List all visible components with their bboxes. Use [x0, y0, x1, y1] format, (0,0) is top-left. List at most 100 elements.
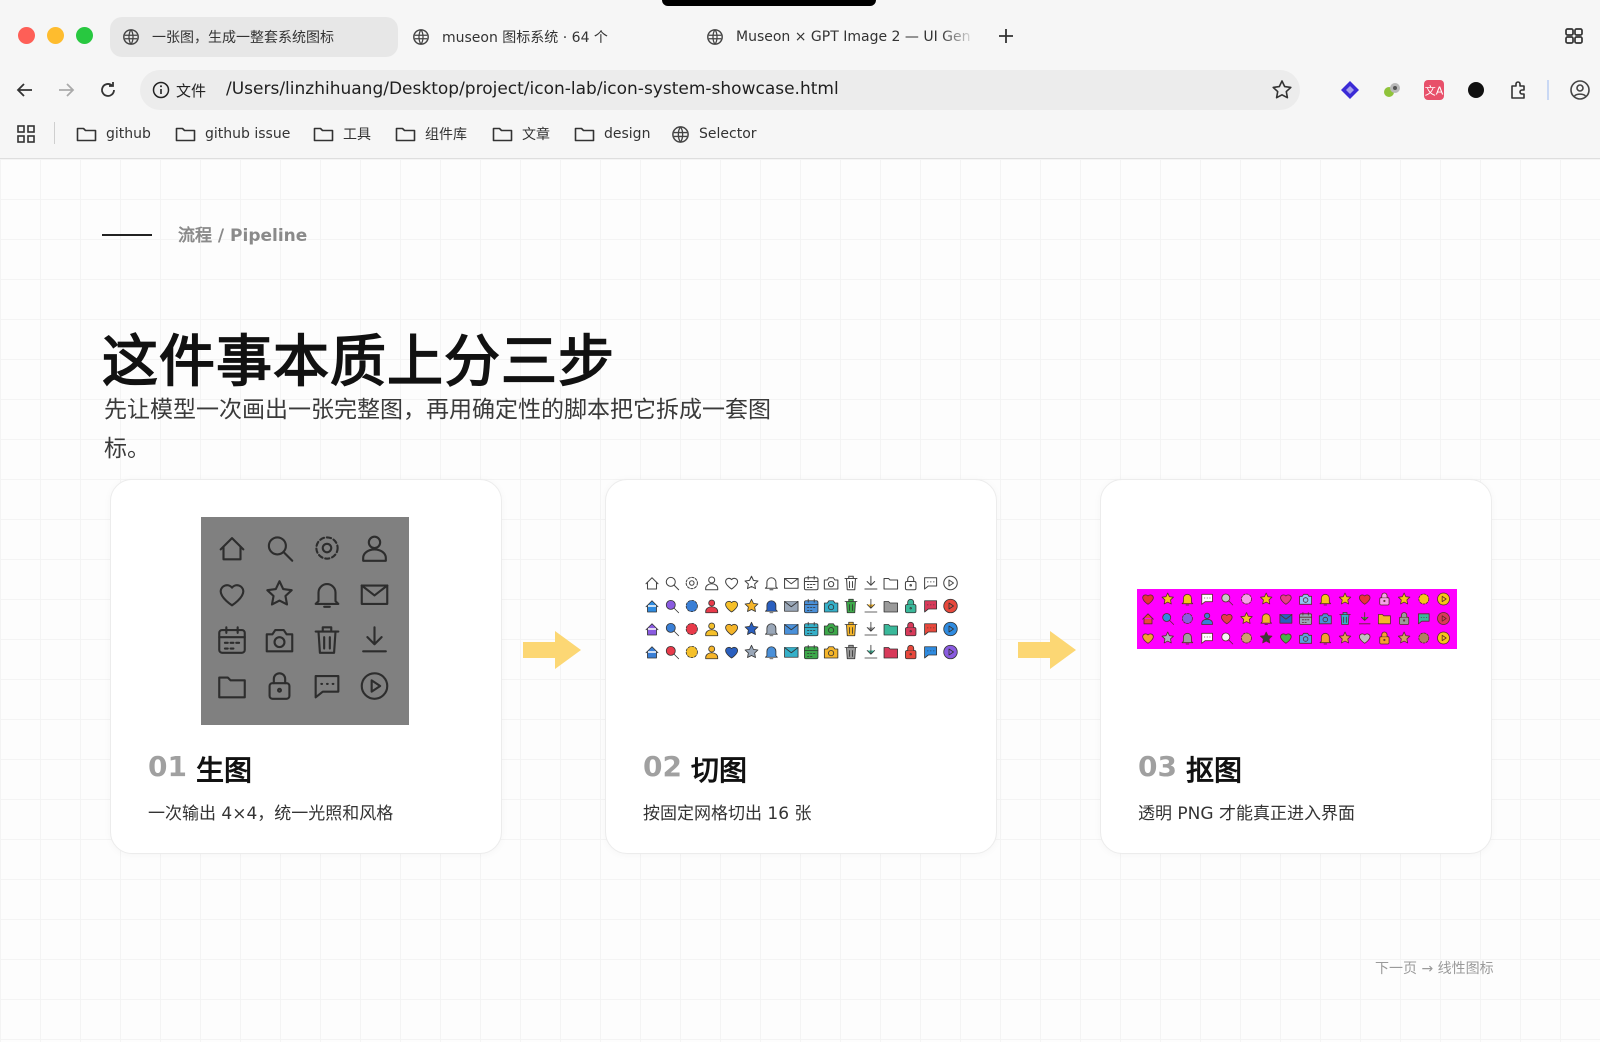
step-card-generate: 01 生图 一次输出 4×4，统一光照和风格 [110, 479, 502, 854]
camera-icon [823, 600, 839, 613]
heart-icon [1142, 594, 1154, 605]
heart-icon [725, 623, 739, 636]
magenta-icon-sheet [1137, 589, 1457, 649]
sliced-icon-rows [645, 575, 958, 660]
next-page-link[interactable]: 下一页 → 线性图标 [1375, 958, 1494, 978]
star-icon [1397, 592, 1411, 605]
gear-icon [1418, 593, 1430, 605]
bookmark-tools[interactable]: 工具 [313, 120, 371, 148]
url-text[interactable]: /Users/linzhihuang/Desktop/project/icon-… [226, 79, 839, 99]
forward-button[interactable] [51, 75, 81, 105]
extensions-puzzle-icon[interactable] [1505, 76, 1533, 104]
puzzle-bot-extension-icon[interactable] [1378, 76, 1406, 104]
bookmark-label: 文章 [522, 127, 550, 143]
reload-button[interactable] [93, 75, 123, 105]
chat-icon [1201, 632, 1213, 644]
folder-icon [313, 127, 334, 142]
user-icon [705, 622, 719, 637]
star-icon [1260, 631, 1273, 644]
browser-chrome: 一张图，生成一整套系统图标 museon 图标系统 · 64 个 Museon … [0, 0, 1600, 159]
calendar-icon [803, 575, 819, 591]
zoom-window-button[interactable] [76, 27, 93, 44]
bookmark-selector[interactable]: Selector [671, 120, 757, 148]
home-icon [645, 646, 659, 659]
camera-notch [662, 0, 876, 6]
star-icon [1338, 592, 1352, 605]
home-icon [219, 537, 245, 561]
record-extension-icon[interactable] [1462, 76, 1490, 104]
arrow-right-icon [59, 83, 75, 97]
trash-icon [844, 644, 858, 660]
translate-extension-icon[interactable]: 文A [1420, 76, 1448, 104]
bookmark-github-issue[interactable]: github issue [175, 120, 290, 148]
step-card-slice: 02 切图 按固定网格切出 16 张 [605, 479, 997, 854]
tab-museon-icon-system[interactable]: museon 图标系统 · 64 个 [400, 17, 685, 57]
folder-icon [492, 127, 513, 142]
tab-icon-system-generator[interactable]: 一张图，生成一整套系统图标 [110, 17, 398, 57]
heart-icon [725, 646, 739, 659]
minimize-window-button[interactable] [47, 27, 64, 44]
lock-icon [268, 672, 291, 700]
folder-icon [395, 127, 416, 142]
folder-icon [76, 127, 97, 142]
search-icon [1162, 613, 1175, 625]
address-bar[interactable]: 文件 /Users/linzhihuang/Desktop/project/ic… [140, 70, 1300, 110]
bell-icon [764, 577, 778, 591]
gear-icon [685, 645, 698, 659]
lock-icon [1399, 612, 1410, 625]
download-icon [864, 575, 878, 590]
bookmark-label: github issue [205, 126, 291, 142]
globe-icon [413, 29, 429, 45]
toolbar-divider [1547, 80, 1549, 100]
home-icon [1142, 613, 1154, 625]
chat-icon [924, 623, 938, 636]
calendar-icon [218, 626, 246, 654]
play-icon [1437, 592, 1450, 606]
gear-icon [1241, 632, 1252, 644]
folder-icon [574, 127, 595, 142]
camera-icon [823, 577, 839, 590]
back-button[interactable] [10, 75, 40, 105]
user-icon [362, 535, 387, 562]
user-icon [705, 599, 719, 614]
mail-icon [784, 624, 799, 635]
globe-icon [707, 29, 723, 45]
bookmarks-divider [54, 122, 55, 144]
diamond-extension-icon[interactable] [1336, 76, 1364, 104]
lock-icon [905, 598, 917, 614]
user-icon [705, 645, 719, 660]
mail-icon [784, 647, 799, 658]
bookmark-articles[interactable]: 文章 [492, 120, 550, 148]
step-description: 按固定网格切出 16 张 [643, 804, 812, 824]
tab-overview-button[interactable] [1560, 22, 1588, 50]
star-icon [1397, 631, 1411, 644]
heart-icon [1280, 633, 1292, 644]
calendar-icon [804, 644, 819, 660]
heart-icon [725, 600, 739, 613]
bookmark-star-icon[interactable] [1270, 78, 1294, 102]
folder-icon [883, 647, 898, 659]
gear-icon [685, 599, 698, 613]
apps-grid-button[interactable] [16, 120, 45, 148]
tab-museon-gpt-image[interactable]: Museon × GPT Image 2 — UI Gen [694, 17, 976, 57]
arrow-right-icon [1018, 631, 1076, 669]
heart-icon [1142, 633, 1154, 644]
camera-icon [823, 623, 839, 636]
info-icon[interactable] [152, 81, 170, 99]
star-icon [1240, 612, 1253, 624]
bookmark-label: github [106, 126, 151, 142]
bell-icon [764, 600, 778, 614]
tab-title: museon 图标系统 · 64 个 [442, 30, 608, 46]
chat-icon [1201, 593, 1213, 605]
profile-icon[interactable] [1566, 76, 1594, 104]
new-tab-button[interactable] [992, 22, 1020, 50]
close-window-button[interactable] [18, 27, 35, 44]
play-icon [1437, 612, 1450, 625]
bookmark-component-library[interactable]: 组件库 [395, 120, 467, 148]
gear-icon [685, 622, 698, 636]
calendar-icon [1299, 612, 1313, 625]
bookmark-design[interactable]: design [574, 120, 650, 148]
calendar-icon [804, 621, 819, 637]
bookmark-github[interactable]: github [76, 120, 151, 148]
camera-icon [823, 646, 839, 659]
